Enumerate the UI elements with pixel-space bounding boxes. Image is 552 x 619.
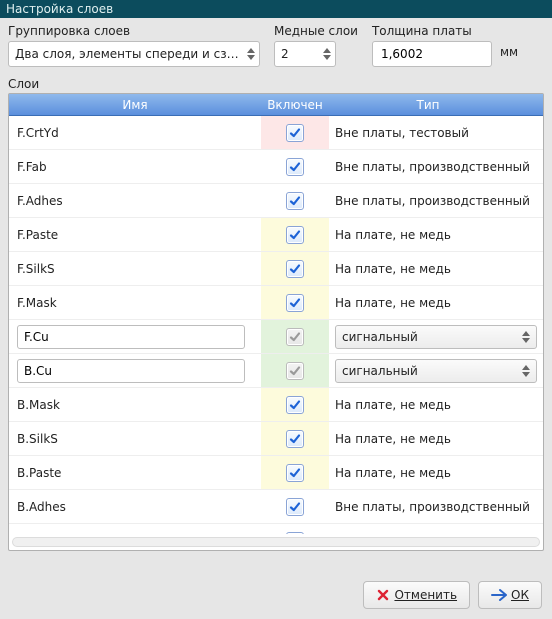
enabled-checkbox[interactable] bbox=[286, 430, 304, 448]
copper-value: 2 bbox=[281, 47, 289, 61]
col-header-enabled[interactable]: Включен bbox=[261, 98, 329, 112]
window-title: Настройка слоев bbox=[0, 0, 552, 18]
thickness-input[interactable] bbox=[379, 46, 487, 62]
table-body[interactable]: F.CrtYd Вне платы, тестовый F.Fab Вне платы… bbox=[9, 116, 543, 534]
copper-combo[interactable]: 2 bbox=[274, 41, 336, 67]
layer-setup-window: Настройка слоев Группировка слоев Два сл… bbox=[0, 0, 552, 619]
table-row: B.FabВне платы, производственный bbox=[9, 524, 543, 534]
table-row: сигнальный bbox=[9, 354, 543, 388]
enabled-checkbox[interactable] bbox=[286, 158, 304, 176]
layer-type-text: Вне платы, производственный bbox=[335, 160, 530, 174]
grouping-value: Два слоя, элементы спереди и сзади bbox=[15, 47, 243, 61]
enabled-checkbox bbox=[286, 362, 304, 380]
table-row: F.Paste На плате, не медь bbox=[9, 218, 543, 252]
updown-icon bbox=[522, 331, 530, 343]
layer-type-text: Вне платы, производственный bbox=[335, 194, 530, 208]
layer-name: F.Mask bbox=[17, 296, 57, 310]
layer-name: B.SilkS bbox=[17, 432, 58, 446]
table-row: F.Adhes Вне платы, производственный bbox=[9, 184, 543, 218]
layer-type-value: сигнальный bbox=[342, 330, 418, 344]
layer-name: B.Adhes bbox=[17, 500, 66, 514]
layer-type-value: сигнальный bbox=[342, 364, 418, 378]
table-row: F.Fab Вне платы, производственный bbox=[9, 150, 543, 184]
layer-name: B.Paste bbox=[17, 466, 61, 480]
col-header-type[interactable]: Тип bbox=[329, 98, 527, 112]
grouping-combo[interactable]: Два слоя, элементы спереди и сзади bbox=[8, 41, 260, 67]
layer-type-text: На плате, не медь bbox=[335, 398, 451, 412]
thickness-field-wrap bbox=[372, 41, 492, 67]
layers-table: Имя Включен Тип F.CrtYd Вне платы, тестов… bbox=[8, 93, 544, 551]
thickness-label: Толщина платы bbox=[372, 24, 518, 38]
horizontal-scrollbar[interactable] bbox=[12, 537, 540, 547]
table-row: B.Mask На плате, не медь bbox=[9, 388, 543, 422]
layer-type-combo[interactable]: сигнальный bbox=[335, 359, 537, 383]
cancel-icon bbox=[376, 588, 390, 602]
table-row: F.CrtYd Вне платы, тестовый bbox=[9, 116, 543, 150]
layer-name: F.SilkS bbox=[17, 262, 55, 276]
table-header: Имя Включен Тип bbox=[9, 94, 543, 116]
enabled-checkbox bbox=[286, 328, 304, 346]
ok-icon bbox=[491, 588, 507, 602]
layer-type-text: На плате, не медь bbox=[335, 228, 451, 242]
table-row: F.Mask На плате, не медь bbox=[9, 286, 543, 320]
layers-section-label: Слои bbox=[8, 77, 544, 91]
ok-button[interactable]: ОК bbox=[478, 581, 542, 609]
col-header-name[interactable]: Имя bbox=[9, 98, 261, 112]
layer-type-text: На плате, не медь bbox=[335, 466, 451, 480]
updown-icon bbox=[323, 48, 331, 60]
layer-type-text: Вне платы, производственный bbox=[335, 500, 530, 514]
ok-label: ОК bbox=[511, 588, 529, 602]
table-row: F.SilkS На плате, не медь bbox=[9, 252, 543, 286]
layer-name: F.Paste bbox=[17, 228, 58, 242]
enabled-checkbox[interactable] bbox=[286, 396, 304, 414]
enabled-checkbox[interactable] bbox=[286, 124, 304, 142]
layer-type-text: Вне платы, тестовый bbox=[335, 126, 469, 140]
grouping-label: Группировка слоев bbox=[8, 24, 260, 38]
enabled-checkbox[interactable] bbox=[286, 532, 304, 534]
enabled-checkbox[interactable] bbox=[286, 192, 304, 210]
enabled-checkbox[interactable] bbox=[286, 464, 304, 482]
updown-icon bbox=[522, 365, 530, 377]
layer-name: F.Adhes bbox=[17, 194, 63, 208]
layer-type-text: На плате, не медь bbox=[335, 262, 451, 276]
layer-name: B.Mask bbox=[17, 398, 60, 412]
enabled-checkbox[interactable] bbox=[286, 226, 304, 244]
enabled-checkbox[interactable] bbox=[286, 260, 304, 278]
cancel-label: Отменить bbox=[394, 588, 457, 602]
table-row: сигнальный bbox=[9, 320, 543, 354]
copper-label: Медные слои bbox=[274, 24, 358, 38]
enabled-checkbox[interactable] bbox=[286, 294, 304, 312]
enabled-checkbox[interactable] bbox=[286, 498, 304, 516]
cancel-button[interactable]: Отменить bbox=[363, 581, 470, 609]
thickness-unit: мм bbox=[500, 45, 518, 63]
layer-name-input[interactable] bbox=[17, 325, 245, 349]
table-row: B.Paste На плате, не медь bbox=[9, 456, 543, 490]
layer-type-combo[interactable]: сигнальный bbox=[335, 325, 537, 349]
updown-icon bbox=[247, 48, 255, 60]
layer-type-text: На плате, не медь bbox=[335, 432, 451, 446]
layer-name-input[interactable] bbox=[17, 359, 245, 383]
table-row: B.Adhes Вне платы, производственный bbox=[9, 490, 543, 524]
layer-type-text: На плате, не медь bbox=[335, 296, 451, 310]
layer-name: F.CrtYd bbox=[17, 126, 59, 140]
table-row: B.SilkS На плате, не медь bbox=[9, 422, 543, 456]
layer-name: F.Fab bbox=[17, 160, 47, 174]
